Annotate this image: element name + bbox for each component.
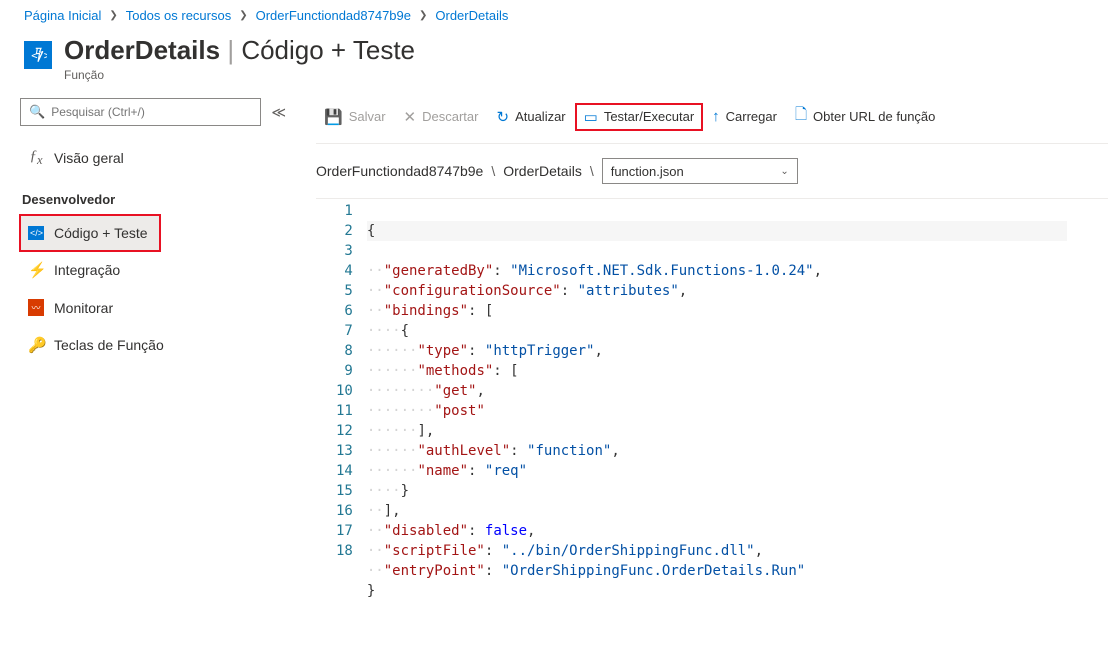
nav-label: Teclas de Função [54,337,164,353]
file-path-bar: OrderFunctiondad8747b9e \ OrderDetails \… [316,144,1108,198]
nav-label: Integração [54,262,120,278]
discard-icon: ✕ [404,108,417,126]
file-select-dropdown[interactable]: function.json ⌄ [602,158,798,184]
svg-text:</>: </> [31,50,47,62]
breadcrumb-app[interactable]: OrderFunctiondad8747b9e [256,8,411,23]
function-fx-icon: ƒx [28,148,44,168]
main-content: 💾 Salvar ✕ Descartar ↻ Atualizar ▭ Testa… [298,94,1108,601]
discard-button[interactable]: ✕ Descartar [396,104,487,130]
nav-code-test[interactable]: </> Código + Teste [20,215,160,251]
save-button[interactable]: 💾 Salvar [316,104,394,130]
nav-function-keys[interactable]: 🔑 Teclas de Função [20,326,298,364]
nav-monitor[interactable]: 〰 Monitorar [20,289,298,326]
chevron-down-icon: ⌄ [780,166,788,177]
path-segment: OrderFunctiondad8747b9e [316,163,483,179]
section-developer: Desenvolvedor [20,178,298,215]
get-url-button[interactable]: 🗋 Obter URL de função [787,100,943,133]
page-subtitle: Função [64,68,415,82]
nav-label: Código + Teste [54,225,148,241]
monitor-icon: 〰 [28,299,44,316]
nav-label: Monitorar [54,300,113,316]
upload-button[interactable]: ↑ Carregar [704,104,785,129]
chevron-right-icon: ❯ [109,10,117,21]
line-gutter: 123456789101112131415161718 [316,201,367,601]
search-input[interactable]: 🔍 [20,98,261,126]
nav-overview[interactable]: ƒx Visão geral [20,138,298,178]
path-separator: \ [590,163,594,179]
save-icon: 💾 [324,108,343,126]
code-content: { ··"generatedBy": "Microsoft.NET.Sdk.Fu… [367,201,1067,601]
toolbar: 💾 Salvar ✕ Descartar ↻ Atualizar ▭ Testa… [316,94,1108,144]
chevron-right-icon: ❯ [239,10,247,21]
path-separator: \ [491,163,495,179]
upload-icon: ↑ [712,108,720,125]
code-editor[interactable]: 123456789101112131415161718 { ··"generat… [316,198,1108,601]
test-run-button[interactable]: ▭ Testar/Executar [576,104,703,130]
chevron-right-icon: ❯ [419,10,427,21]
nav-label: Visão geral [54,150,124,166]
page-title: OrderDetails | Código + Teste [64,35,415,66]
page-header: </> OrderDetails | Código + Teste Função [0,31,1108,94]
refresh-icon: ↻ [496,108,509,126]
breadcrumb-function[interactable]: OrderDetails [435,8,508,23]
lightning-icon: ⚡ [28,261,44,279]
refresh-button[interactable]: ↻ Atualizar [488,104,573,130]
test-icon: ▭ [584,108,598,126]
path-segment: OrderDetails [503,163,582,179]
function-icon: </> [24,41,52,69]
key-icon: 🔑 [28,336,44,354]
breadcrumb: Página Inicial ❯ Todos os recursos ❯ Ord… [0,0,1108,31]
breadcrumb-all-resources[interactable]: Todos os recursos [126,8,232,23]
sidebar: 🔍 ≪ ƒx Visão geral Desenvolvedor </> Cód… [0,94,298,601]
collapse-sidebar-button[interactable]: ≪ [271,104,286,121]
code-icon: </> [28,226,44,240]
search-icon: 🔍 [29,104,45,120]
breadcrumb-home[interactable]: Página Inicial [24,8,101,23]
url-icon: 🗋 [795,104,807,129]
search-field[interactable] [51,105,252,119]
dropdown-value: function.json [611,164,684,179]
nav-integration[interactable]: ⚡ Integração [20,251,298,289]
